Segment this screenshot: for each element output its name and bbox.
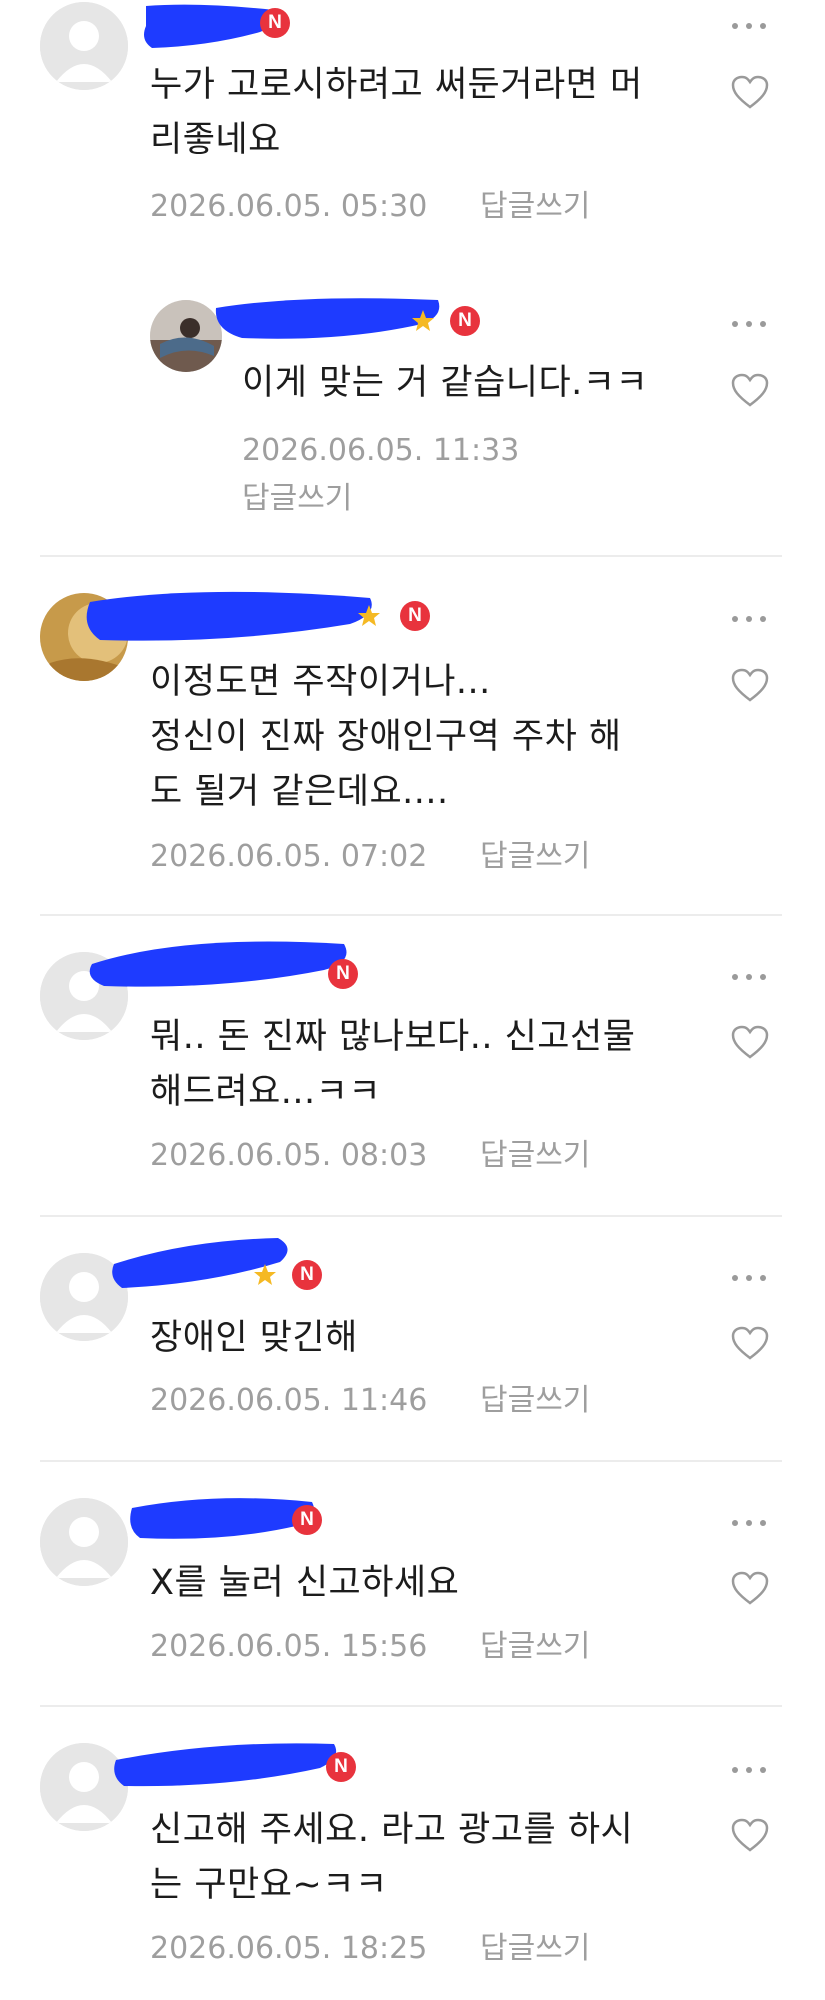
more-options-button[interactable] [730, 314, 770, 334]
more-options-button[interactable] [730, 1760, 770, 1780]
new-badge-icon: N [450, 306, 480, 336]
new-badge-icon: N [400, 601, 430, 631]
comment-text: 이정도면 주작이거나... 정신이 진짜 장애인구역 주차 해 도 될거 같은데… [150, 662, 622, 812]
redacted-username [86, 591, 372, 641]
reply-button[interactable]: 답글쓰기 [480, 1926, 590, 1972]
default-avatar-icon [40, 1498, 128, 1586]
new-badge-icon: N [292, 1260, 322, 1290]
comment-date: 2026.06.05. 11:33 [242, 433, 520, 468]
more-options-button[interactable] [730, 1513, 770, 1533]
comment-text: 이게 맞는 거 같습니다.ㅋㅋ [242, 363, 649, 403]
reply-button[interactable]: 답글쓰기 [480, 1378, 590, 1424]
heart-icon[interactable] [730, 372, 770, 408]
comment-date: 2026.06.05. 18:25 [150, 1931, 428, 1966]
heart-icon[interactable] [730, 1570, 770, 1606]
redacted-username [144, 4, 276, 48]
new-badge-icon: N [328, 959, 358, 989]
comment-text: 장애인 맞긴해 [150, 1318, 358, 1358]
new-badge-icon: N [260, 8, 290, 38]
more-options-button[interactable] [730, 1268, 770, 1288]
more-options-button[interactable] [730, 609, 770, 629]
star-icon [254, 1264, 276, 1285]
comment-date: 2026.06.05. 05:30 [150, 189, 428, 224]
redacted-username [89, 941, 347, 987]
heart-icon[interactable] [730, 74, 770, 110]
comment-text: 누가 고로시하려고 써둔거라면 머 리좋네요 [150, 65, 643, 160]
divider [40, 1705, 782, 1707]
comment-text: 뭐.. 돈 진짜 많나보다.. 신고선물 해드려요...ㅋㅋ [150, 1017, 636, 1112]
avatar[interactable] [40, 1498, 128, 1586]
redacted-username [114, 1743, 337, 1787]
reply-button[interactable]: 답글쓰기 [242, 476, 352, 522]
comment-date: 2026.06.05. 11:46 [150, 1383, 428, 1418]
reply-button[interactable]: 답글쓰기 [480, 1133, 590, 1179]
heart-icon[interactable] [730, 667, 770, 703]
divider [40, 555, 782, 557]
redacted-username [130, 1498, 314, 1539]
comment-text: 신고해 주세요. 라고 광고를 하시 는 구만요~ㅋㅋ [150, 1810, 634, 1905]
star-icon [358, 605, 380, 626]
comment-text: X를 눌러 신고하세요 [150, 1563, 460, 1603]
new-badge-icon: N [292, 1505, 322, 1535]
comment-date: 2026.06.05. 08:03 [150, 1138, 428, 1173]
new-badge-icon: N [326, 1752, 356, 1782]
reply-button[interactable]: 답글쓰기 [480, 1624, 590, 1670]
divider [40, 914, 782, 916]
divider [40, 1460, 782, 1462]
avatar[interactable] [40, 2, 128, 90]
heart-icon[interactable] [730, 1024, 770, 1060]
more-options-button[interactable] [730, 967, 770, 987]
comment-date: 2026.06.05. 07:02 [150, 839, 428, 874]
star-icon [412, 310, 434, 331]
divider [40, 1215, 782, 1217]
heart-icon[interactable] [730, 1817, 770, 1853]
more-options-button[interactable] [730, 16, 770, 36]
comment-date: 2026.06.05. 15:56 [150, 1629, 428, 1664]
heart-icon[interactable] [730, 1325, 770, 1361]
default-avatar-icon [40, 2, 128, 90]
reply-button[interactable]: 답글쓰기 [480, 834, 590, 880]
reply-button[interactable]: 답글쓰기 [480, 184, 590, 230]
